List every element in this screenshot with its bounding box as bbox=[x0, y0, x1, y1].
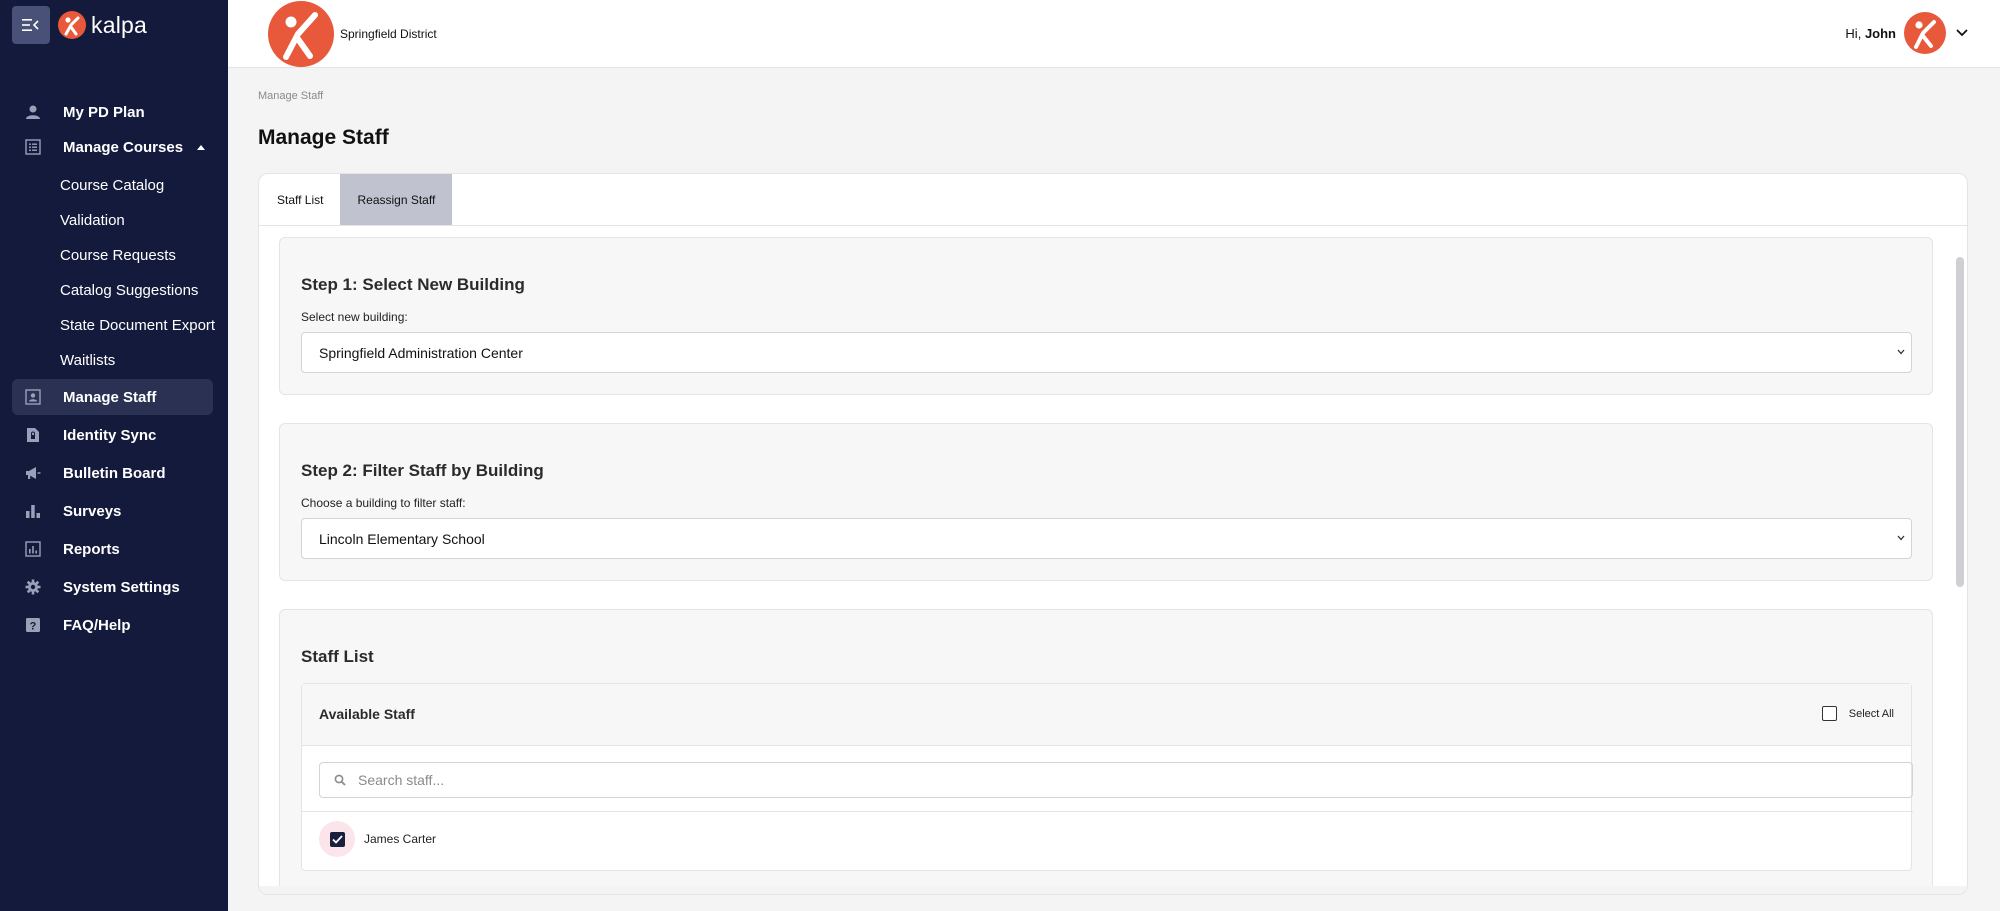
step2-section: Step 2: Filter Staff by Building Choose … bbox=[279, 423, 1933, 581]
checkmark-icon bbox=[329, 831, 345, 847]
file-lock-icon bbox=[24, 426, 42, 444]
sidebar-item-course-catalog[interactable]: Course Catalog bbox=[60, 177, 164, 194]
sidebar: kalpa My PD Plan Manage Courses Course C… bbox=[0, 0, 228, 911]
sidebar-item-validation[interactable]: Validation bbox=[60, 212, 125, 229]
sidebar-item-state-document-export[interactable]: State Document Export bbox=[60, 317, 215, 334]
sidebar-item-my-pd-plan[interactable]: My PD Plan bbox=[12, 94, 213, 130]
person-icon bbox=[24, 103, 42, 121]
divider bbox=[302, 811, 1913, 812]
badge-icon bbox=[24, 388, 42, 406]
main-content: Manage Staff Manage Staff Staff List Rea… bbox=[228, 69, 2000, 911]
staff-checkbox[interactable] bbox=[319, 821, 355, 857]
district-brand: Springfield District bbox=[268, 0, 437, 68]
megaphone-icon bbox=[24, 464, 42, 482]
sidebar-item-reports[interactable]: Reports bbox=[12, 531, 213, 567]
user-menu[interactable]: Hi, John bbox=[1845, 12, 1968, 54]
sidebar-item-surveys[interactable]: Surveys bbox=[12, 493, 213, 529]
brand-logo[interactable]: kalpa bbox=[58, 11, 147, 39]
tab-bar: Staff List Reassign Staff bbox=[259, 174, 1967, 226]
staff-list-section: Staff List Available Staff Select All Se… bbox=[279, 609, 1933, 894]
new-building-value: Springfield Administration Center bbox=[319, 344, 523, 361]
sidebar-item-faq-help[interactable]: ? FAQ/Help bbox=[12, 607, 213, 643]
select-all-label: Select All bbox=[1848, 707, 1894, 720]
sidebar-item-bulletin-board[interactable]: Bulletin Board bbox=[12, 455, 213, 491]
step2-title: Step 2: Filter Staff by Building bbox=[301, 461, 544, 480]
bar-chart-icon bbox=[24, 502, 42, 520]
search-icon bbox=[334, 774, 346, 786]
filter-building-select[interactable]: Lincoln Elementary School bbox=[301, 518, 1912, 559]
sidebar-item-system-settings[interactable]: System Settings bbox=[12, 569, 213, 605]
sidebar-item-identity-sync[interactable]: Identity Sync bbox=[12, 417, 213, 453]
avatar bbox=[1904, 12, 1946, 54]
tab-reassign-staff[interactable]: Reassign Staff bbox=[340, 174, 453, 225]
step1-title: Step 1: Select New Building bbox=[301, 275, 525, 294]
collapse-sidebar-button[interactable] bbox=[12, 6, 50, 44]
new-building-select[interactable]: Springfield Administration Center bbox=[301, 332, 1912, 373]
district-logo-icon bbox=[268, 1, 334, 67]
collapse-menu-icon bbox=[22, 19, 39, 31]
report-chart-icon bbox=[24, 540, 42, 558]
sidebar-item-manage-courses[interactable]: Manage Courses bbox=[12, 129, 213, 165]
search-input[interactable] bbox=[358, 772, 1858, 788]
available-staff-box: Available Staff Select All Search staff.… bbox=[301, 683, 1913, 871]
available-staff-label: Available Staff bbox=[319, 706, 415, 722]
manage-staff-card: Staff List Reassign Staff Step 1: Select… bbox=[258, 173, 1968, 895]
top-header: Springfield District Hi, John bbox=[228, 0, 2000, 68]
breadcrumb[interactable]: Manage Staff bbox=[258, 90, 323, 102]
staff-row[interactable]: James Carter bbox=[319, 821, 436, 857]
sidebar-item-course-requests[interactable]: Course Requests bbox=[60, 247, 176, 264]
step1-section: Step 1: Select New Building Select new b… bbox=[279, 237, 1933, 395]
list-icon bbox=[24, 138, 42, 156]
filter-building-value: Lincoln Elementary School bbox=[319, 530, 485, 547]
card-bottom-edge bbox=[259, 886, 1967, 894]
sidebar-item-catalog-suggestions[interactable]: Catalog Suggestions bbox=[60, 282, 198, 299]
step1-label: Select new building: bbox=[301, 310, 408, 324]
caret-up-icon bbox=[197, 144, 206, 150]
user-greeting: Hi, John bbox=[1845, 25, 1896, 41]
staff-name: James Carter bbox=[364, 832, 437, 846]
district-name: Springfield District bbox=[340, 27, 437, 41]
chevron-down-icon bbox=[1897, 349, 1905, 355]
svg-text:?: ? bbox=[30, 620, 37, 632]
brand-name: kalpa bbox=[91, 11, 147, 38]
gear-icon bbox=[24, 578, 42, 596]
select-all-toggle[interactable]: Select All bbox=[1821, 706, 1894, 721]
kalpa-logo-icon bbox=[58, 11, 86, 39]
chevron-down-icon bbox=[1956, 29, 1968, 37]
step2-label: Choose a building to filter staff: bbox=[301, 496, 466, 510]
page-title: Manage Staff bbox=[258, 126, 389, 149]
staff-search[interactable] bbox=[319, 762, 1913, 798]
help-icon: ? bbox=[24, 616, 42, 634]
select-all-checkbox[interactable] bbox=[1821, 706, 1837, 721]
sidebar-item-waitlists[interactable]: Waitlists bbox=[60, 352, 115, 369]
sidebar-item-manage-staff[interactable]: Manage Staff bbox=[12, 379, 213, 415]
tab-staff-list[interactable]: Staff List bbox=[259, 174, 340, 225]
available-staff-header: Available Staff Select All bbox=[302, 684, 1911, 746]
chevron-down-icon bbox=[1897, 535, 1905, 541]
scrollbar[interactable] bbox=[1956, 257, 1964, 587]
staff-list-title: Staff List bbox=[301, 647, 374, 666]
